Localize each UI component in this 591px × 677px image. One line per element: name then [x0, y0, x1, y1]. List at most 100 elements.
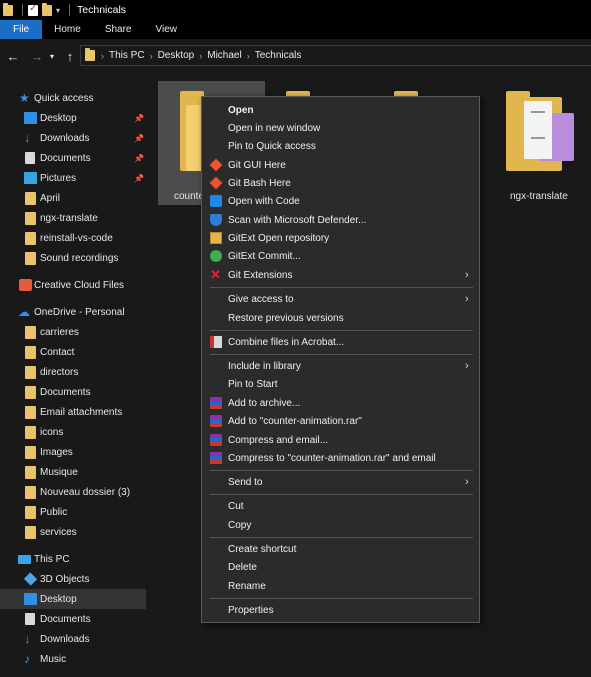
- properties-icon[interactable]: [28, 3, 38, 16]
- new-folder-icon[interactable]: [42, 2, 52, 16]
- sidebar-item-pc-documents[interactable]: Documents: [0, 609, 146, 629]
- menu-item-cut[interactable]: Cut: [202, 497, 479, 515]
- forward-arrow-icon[interactable]: →: [27, 49, 47, 64]
- menu-item-delete[interactable]: Delete: [202, 558, 479, 576]
- breadcrumb-michael[interactable]: Michael: [207, 50, 241, 61]
- menu-item-rename[interactable]: Rename: [202, 577, 479, 595]
- tab-file[interactable]: File: [0, 20, 43, 39]
- menu-item-combine-acrobat[interactable]: Combine files in Acrobat...: [202, 333, 479, 351]
- menu-item-label: Create shortcut: [228, 543, 297, 555]
- menu-item-pin-start[interactable]: Pin to Start: [202, 375, 479, 393]
- tab-view[interactable]: View: [144, 20, 190, 39]
- menu-item-gitext-open-repo[interactable]: GitExt Open repository: [202, 229, 479, 247]
- sidebar-item-contact[interactable]: Contact: [0, 342, 146, 362]
- sidebar-item-documents[interactable]: Documents 📌: [0, 148, 146, 168]
- sidebar-item-onedrive-documents[interactable]: Documents: [0, 382, 146, 402]
- folder-tile-ngx-translate[interactable]: [506, 91, 574, 171]
- folder-icon: [25, 191, 36, 205]
- sidebar-item-onedrive[interactable]: ☁ OneDrive - Personal: [0, 302, 146, 322]
- chevron-right-icon[interactable]: ›: [247, 51, 250, 61]
- menu-item-copy[interactable]: Copy: [202, 516, 479, 534]
- sidebar-item-icons[interactable]: icons: [0, 422, 146, 442]
- chevron-right-icon[interactable]: ›: [150, 51, 153, 61]
- sidebar-item-desktop[interactable]: Desktop 📌: [0, 108, 146, 128]
- sidebar-item-public[interactable]: Public: [0, 502, 146, 522]
- menu-item-compress-rar-email[interactable]: Compress to "counter-animation.rar" and …: [202, 449, 479, 467]
- sidebar-item-email-attachments[interactable]: Email attachments: [0, 402, 146, 422]
- menu-item-git-bash[interactable]: Git Bash Here: [202, 174, 479, 192]
- sidebar-item-nouveau-dossier[interactable]: Nouveau dossier (3): [0, 482, 146, 502]
- menu-separator: [210, 354, 473, 355]
- cloud-icon: ☁: [18, 305, 30, 319]
- back-arrow-icon[interactable]: ←: [3, 49, 23, 64]
- menu-item-create-shortcut[interactable]: Create shortcut: [202, 540, 479, 558]
- folder-tile-label[interactable]: counte: [174, 191, 204, 202]
- pin-icon: 📌: [134, 173, 144, 183]
- sidebar-item-label: Documents: [40, 386, 91, 398]
- chevron-right-icon[interactable]: ›: [199, 51, 202, 61]
- sidebar-item-desktop-selected[interactable]: Desktop: [0, 589, 146, 609]
- menu-item-open-with-code[interactable]: Open with Code: [202, 192, 479, 210]
- sidebar-item-pc-downloads[interactable]: ↓ Downloads: [0, 629, 146, 649]
- sidebar-item-services[interactable]: services: [0, 522, 146, 542]
- up-arrow-icon[interactable]: ↑: [60, 49, 80, 64]
- sidebar-item-directors[interactable]: directors: [0, 362, 146, 382]
- customize-toolbar-chevron-icon[interactable]: ▾: [56, 6, 60, 15]
- sidebar-item-music[interactable]: ♪ Music: [0, 649, 146, 669]
- menu-item-label: Combine files in Acrobat...: [228, 336, 345, 348]
- sidebar-item-sound-recordings[interactable]: Sound recordings: [0, 248, 146, 268]
- title-bar: ▾ Technicals: [0, 0, 591, 20]
- menu-item-pin-quick-access[interactable]: Pin to Quick access: [202, 137, 479, 155]
- chevron-right-icon[interactable]: ›: [101, 51, 104, 61]
- sidebar-item-downloads[interactable]: ↓ Downloads 📌: [0, 128, 146, 148]
- menu-item-scan-defender[interactable]: Scan with Microsoft Defender...: [202, 211, 479, 229]
- menu-item-restore-versions[interactable]: Restore previous versions: [202, 309, 479, 327]
- menu-item-add-archive[interactable]: Add to archive...: [202, 394, 479, 412]
- address-bar[interactable]: › This PC › Desktop › Michael › Technica…: [80, 45, 591, 66]
- menu-item-label: Pin to Start: [228, 378, 278, 390]
- folder-tile-label[interactable]: ngx-translate: [510, 191, 568, 202]
- creative-cloud-icon: [19, 279, 32, 291]
- menu-item-compress-email[interactable]: Compress and email...: [202, 431, 479, 449]
- folder-icon: [25, 445, 36, 459]
- sidebar-item-ngx-translate[interactable]: ngx-translate: [0, 208, 146, 228]
- recent-locations-chevron-icon[interactable]: ▾: [47, 52, 57, 61]
- sidebar-item-images[interactable]: Images: [0, 442, 146, 462]
- 3d-objects-icon: [23, 572, 38, 586]
- sidebar-item-pictures[interactable]: Pictures 📌: [0, 168, 146, 188]
- menu-item-git-gui[interactable]: Git GUI Here: [202, 156, 479, 174]
- sidebar-item-creative-cloud-files[interactable]: Creative Cloud Files: [0, 275, 146, 295]
- menu-item-include-library[interactable]: Include in library ›: [202, 357, 479, 375]
- menu-item-send-to[interactable]: Send to ›: [202, 473, 479, 491]
- sidebar-item-carrieres[interactable]: carrieres: [0, 322, 146, 342]
- menu-item-open-new-window[interactable]: Open in new window: [202, 119, 479, 137]
- breadcrumb-this-pc[interactable]: This PC: [109, 50, 145, 61]
- star-icon: ★: [19, 91, 30, 105]
- menu-item-git-extensions[interactable]: ✕ Git Extensions ›: [202, 266, 479, 284]
- sidebar-item-label: OneDrive - Personal: [34, 306, 125, 318]
- menu-item-add-to-rar[interactable]: Add to "counter-animation.rar": [202, 412, 479, 430]
- breadcrumb-desktop[interactable]: Desktop: [158, 50, 195, 61]
- sidebar-item-quick-access[interactable]: ★ Quick access: [0, 88, 146, 108]
- menu-item-properties[interactable]: Properties: [202, 601, 479, 619]
- menu-item-label: Git Extensions: [228, 269, 293, 281]
- menu-item-give-access[interactable]: Give access to ›: [202, 290, 479, 308]
- tab-share[interactable]: Share: [93, 20, 144, 39]
- folder-icon: [25, 365, 36, 379]
- menu-item-open[interactable]: Open: [202, 101, 479, 119]
- sidebar-item-reinstall-vs-code[interactable]: reinstall-vs-code: [0, 228, 146, 248]
- sidebar-item-label: Email attachments: [40, 406, 123, 418]
- sidebar-item-3d-objects[interactable]: 3D Objects: [0, 569, 146, 589]
- gitext-commit-icon: [210, 250, 222, 262]
- sidebar-item-musique[interactable]: Musique: [0, 462, 146, 482]
- ribbon-tabs: File Home Share View: [0, 20, 591, 39]
- menu-item-label: Restore previous versions: [228, 312, 344, 324]
- menu-item-gitext-commit[interactable]: GitExt Commit...: [202, 247, 479, 265]
- sidebar-item-this-pc[interactable]: This PC: [0, 549, 146, 569]
- sidebar-item-label: Pictures: [40, 172, 77, 184]
- breadcrumb-technicals[interactable]: Technicals: [255, 50, 302, 61]
- chevron-right-icon: ›: [465, 360, 469, 372]
- tab-home[interactable]: Home: [42, 20, 93, 39]
- chevron-right-icon: ›: [465, 476, 469, 488]
- sidebar-item-april[interactable]: April: [0, 188, 146, 208]
